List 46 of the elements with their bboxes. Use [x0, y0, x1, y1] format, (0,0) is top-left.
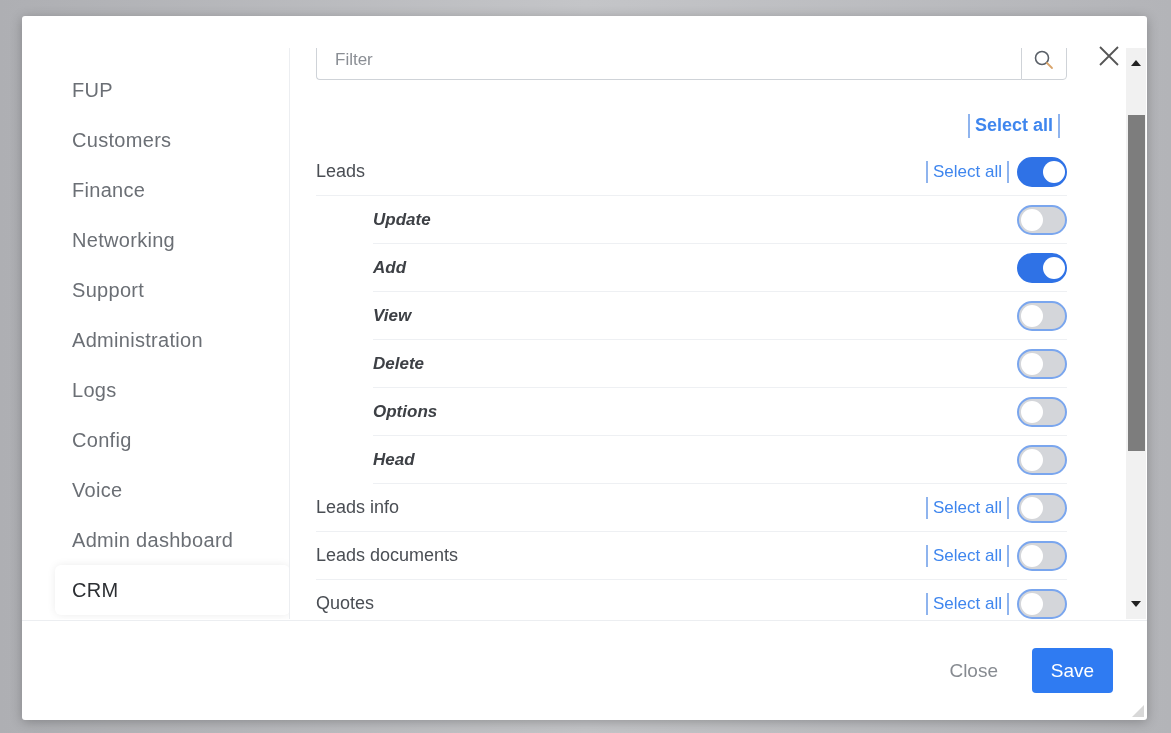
toggle-switch[interactable]: [1017, 540, 1067, 571]
toggle-switch[interactable]: [1017, 444, 1067, 475]
scroll-up-arrow-icon[interactable]: [1131, 60, 1141, 66]
resize-grip-icon[interactable]: [1132, 705, 1144, 717]
toggle-switch[interactable]: [1017, 156, 1067, 187]
select-all-link[interactable]: Select all: [926, 160, 1009, 183]
permission-label: Update: [373, 209, 432, 230]
sidebar-item[interactable]: Administration: [55, 315, 289, 365]
close-icon[interactable]: [1098, 45, 1120, 67]
toggle-switch[interactable]: [1017, 396, 1067, 427]
select-all-link[interactable]: Select all: [926, 592, 1009, 615]
toggle-switch[interactable]: [1017, 252, 1067, 283]
sidebar-item[interactable]: Finance: [55, 165, 289, 215]
select-all-link[interactable]: Select all: [967, 114, 1060, 138]
permission-label: Delete: [373, 353, 426, 374]
sidebar-item[interactable]: Customers: [55, 115, 289, 165]
sidebar-item[interactable]: CRM: [55, 565, 289, 615]
search-icon: [1033, 49, 1055, 71]
toggle-switch[interactable]: [1017, 204, 1067, 235]
sidebar-item[interactable]: Support: [55, 265, 289, 315]
permission-label: Leads: [316, 161, 367, 182]
sidebar-item[interactable]: Networking: [55, 215, 289, 265]
sidebar-item[interactable]: Voice: [55, 465, 289, 515]
save-button[interactable]: Save: [1032, 648, 1113, 693]
permission-label: Quotes: [316, 593, 376, 614]
permission-label: Leads documents: [316, 545, 460, 566]
select-all-link[interactable]: Select all: [926, 496, 1009, 519]
toggle-switch[interactable]: [1017, 492, 1067, 523]
search-button[interactable]: [1021, 48, 1067, 80]
permission-label: View: [373, 305, 413, 326]
scrollbar[interactable]: [1126, 48, 1146, 619]
toggle-switch[interactable]: [1017, 588, 1067, 619]
filter-field[interactable]: Filter: [316, 48, 1021, 80]
select-all-link[interactable]: Select all: [926, 544, 1009, 567]
close-button[interactable]: Close: [939, 649, 1008, 692]
sidebar-item[interactable]: Config: [55, 415, 289, 465]
permission-label: Leads info: [316, 497, 401, 518]
permission-label: Add: [373, 257, 408, 278]
permission-label: Options: [373, 401, 439, 422]
toggle-switch[interactable]: [1017, 348, 1067, 379]
toggle-switch[interactable]: [1017, 300, 1067, 331]
sidebar-item[interactable]: Admin dashboard: [55, 515, 289, 565]
permission-label: Head: [373, 449, 416, 470]
sidebar-item[interactable]: Logs: [55, 365, 289, 415]
scroll-down-arrow-icon[interactable]: [1131, 601, 1141, 607]
sidebar-item[interactable]: FUP: [55, 65, 289, 115]
